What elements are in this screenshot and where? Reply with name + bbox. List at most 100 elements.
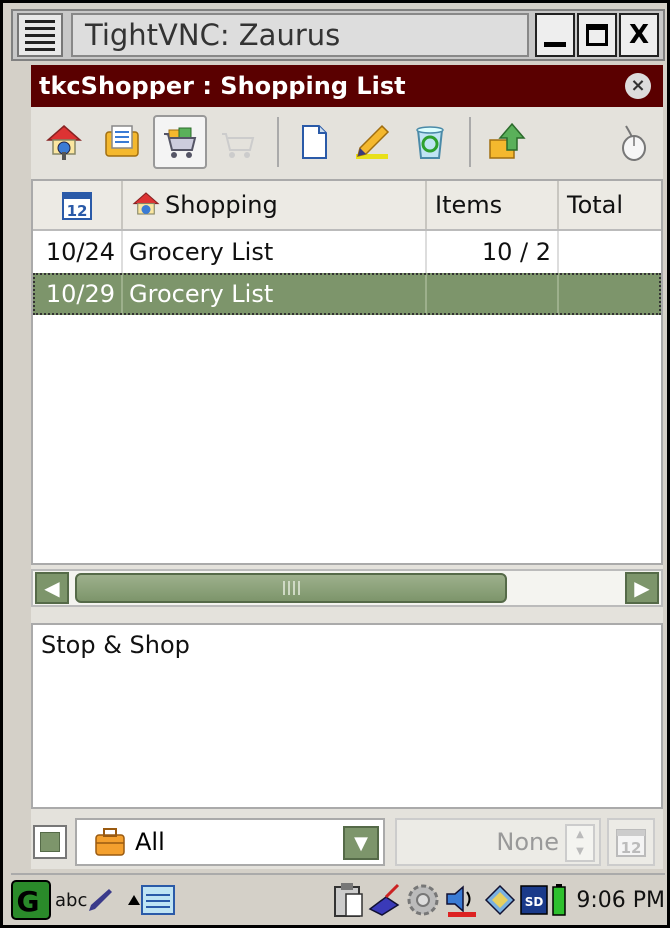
input-method-button[interactable]: abc [55, 887, 113, 913]
shopping-cart-button[interactable] [153, 115, 207, 169]
settings-button[interactable] [406, 883, 440, 917]
column-header-total-label: Total [567, 191, 624, 219]
category-dropdown-button[interactable]: ▼ [343, 826, 379, 860]
scroll-thumb[interactable] [75, 573, 507, 603]
volume-button[interactable] [444, 882, 480, 918]
column-header-total[interactable]: Total [559, 181, 661, 229]
column-header-date[interactable]: 12 [33, 181, 123, 229]
calendar-icon-label: 12 [67, 202, 88, 220]
notes-textarea[interactable]: Stop & Shop [31, 623, 663, 809]
vnc-window-frame: TightVNC: Zaurus X tkcShopper : Shopping… [0, 0, 670, 928]
horizontal-scrollbar[interactable]: ◀ ▶ [31, 569, 663, 607]
table-row[interactable]: 10/24 Grocery List 10 / 2 [33, 231, 661, 273]
close-icon: X [628, 20, 650, 50]
list-icon [105, 125, 139, 157]
column-header-items-label: Items [435, 191, 503, 219]
app-body: 12 Shopping Items Total 10/24 Grocery Li… [31, 107, 663, 869]
scroll-right-button[interactable]: ▶ [625, 572, 659, 604]
start-button[interactable]: G [11, 880, 51, 920]
edit-button[interactable] [345, 115, 399, 169]
column-header-items[interactable]: Items [427, 181, 559, 229]
row-name: Grocery List [123, 231, 427, 273]
list-button[interactable] [95, 115, 149, 169]
edit-pencil-icon [356, 124, 390, 159]
minimize-button[interactable] [535, 13, 575, 57]
priority-spinbox[interactable]: None ▲ ▼ [395, 818, 601, 866]
shopping-cart-icon [164, 127, 197, 158]
card-icon [485, 884, 516, 916]
shopping-list-table: 12 Shopping Items Total 10/24 Grocery Li… [31, 179, 663, 565]
sd-card-button[interactable]: SD [520, 885, 549, 915]
filter-checkbox[interactable] [33, 825, 67, 859]
scroll-track[interactable] [71, 573, 623, 603]
toolbar-separator [469, 117, 471, 167]
system-menu-button[interactable] [17, 13, 63, 57]
close-window-button[interactable]: X [619, 13, 659, 57]
export-arrow-icon [489, 122, 526, 159]
svg-text:G: G [17, 885, 40, 918]
stores-button[interactable] [37, 115, 91, 169]
sd-card-icon: SD [520, 885, 549, 915]
vnc-titlebar: TightVNC: Zaurus X [11, 9, 665, 61]
chevron-down-icon: ▼ [354, 832, 368, 854]
mouse-button[interactable] [605, 115, 659, 169]
calendar-icon: 12 [62, 192, 92, 220]
calendar-button[interactable]: 12 [607, 818, 655, 866]
checkbox-fill [40, 832, 60, 852]
grip-icon [282, 581, 300, 595]
clipboard-button[interactable] [332, 882, 364, 918]
keyboard-toggle[interactable] [127, 885, 176, 915]
stores-icon [46, 125, 82, 160]
app-close-button[interactable]: × [625, 73, 651, 99]
chevron-right-icon: ▶ [634, 576, 650, 600]
battery-button[interactable] [552, 884, 567, 916]
chevron-left-icon: ◀ [44, 576, 60, 600]
triangle-up-icon [128, 895, 141, 905]
briefcase-icon [95, 828, 125, 856]
chevron-up-icon: ▲ [576, 829, 584, 840]
app-titlebar: tkcShopper : Shopping List × [31, 65, 663, 107]
row-date: 10/29 [33, 273, 123, 315]
network-button[interactable] [484, 884, 516, 916]
column-header-shopping-label: Shopping [165, 191, 278, 219]
row-items [427, 273, 559, 315]
window-title: TightVNC: Zaurus [71, 13, 529, 57]
minimize-icon [544, 41, 566, 47]
new-button[interactable] [287, 115, 341, 169]
recycle-icon [416, 126, 444, 159]
category-select[interactable]: All ▼ [75, 818, 385, 866]
maximize-button[interactable] [577, 13, 617, 57]
priority-value: None [496, 828, 559, 856]
delete-button[interactable] [403, 115, 457, 169]
calendar-button-label: 12 [621, 839, 642, 857]
sd-card-label: SD [525, 895, 544, 909]
input-method-label: abc [55, 889, 88, 911]
column-header-shopping[interactable]: Shopping [123, 181, 427, 229]
notes-text: Stop & Shop [41, 631, 190, 659]
window-controls: X [535, 13, 659, 57]
row-total [559, 273, 661, 315]
mouse-icon [622, 125, 646, 161]
scroll-left-button[interactable]: ◀ [35, 572, 69, 604]
backlight-button[interactable] [368, 883, 402, 917]
checkout-button[interactable] [211, 115, 265, 169]
table-row-selected[interactable]: 10/29 Grocery List [33, 273, 661, 315]
clipboard-icon [334, 883, 364, 917]
row-items: 10 / 2 [427, 231, 559, 273]
taskbar: G abc SD 9:06 PM [11, 873, 665, 925]
toolbar-separator [277, 117, 279, 167]
close-icon: × [630, 75, 646, 96]
speaker-icon [446, 885, 477, 917]
row-date: 10/24 [33, 231, 123, 273]
category-value: All [135, 828, 165, 856]
toolbar [31, 107, 663, 177]
checkout-icon [222, 133, 255, 158]
new-document-icon [302, 125, 327, 159]
row-total [559, 231, 661, 273]
stores-icon [132, 192, 160, 215]
row-name: Grocery List [123, 273, 427, 315]
export-button[interactable] [479, 115, 533, 169]
table-header: 12 Shopping Items Total [33, 181, 661, 231]
priority-spin-buttons[interactable]: ▲ ▼ [565, 824, 595, 862]
clock[interactable]: 9:06 PM [576, 888, 665, 913]
